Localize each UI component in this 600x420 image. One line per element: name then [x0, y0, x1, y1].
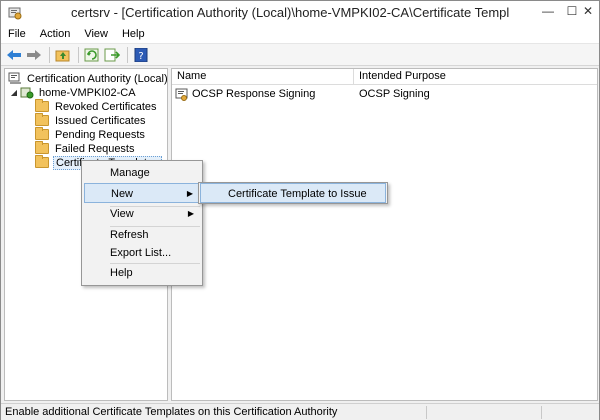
menu-help[interactable]: Help [115, 25, 152, 44]
forward-arrow-icon[interactable] [25, 46, 43, 64]
row-name-cell: OCSP Response Signing [175, 86, 354, 102]
results-list-view[interactable]: Name Intended Purpose OCSP Response Sign… [171, 68, 598, 401]
context-menu-help[interactable]: Help [84, 263, 200, 283]
new-submenu: Certificate Template to Issue [198, 182, 388, 204]
minimize-button[interactable]: — [535, 1, 561, 21]
svg-text:?: ? [138, 51, 143, 62]
list-header: Name Intended Purpose [172, 69, 597, 85]
context-menu-new[interactable]: New ▶ [84, 183, 200, 203]
tree-item-label: Pending Requests [55, 128, 145, 141]
status-divider [541, 406, 542, 419]
tree-item-revoked-certificates[interactable]: Revoked Certificates [35, 99, 159, 114]
toolbar: ? [1, 44, 599, 66]
table-row[interactable]: OCSP Response Signing OCSP Signing [172, 86, 597, 102]
certificate-authority-icon [8, 72, 21, 84]
refresh-icon[interactable] [83, 46, 101, 64]
tree-ca-label: home-VMPKI02-CA [39, 86, 136, 99]
close-button[interactable]: ✕ [577, 1, 599, 21]
submenu-certificate-template-to-issue[interactable]: Certificate Template to Issue [200, 183, 386, 203]
ca-server-icon [20, 87, 34, 99]
context-menu: Manage New ▶ View ▶ Refresh Export List.… [81, 160, 203, 286]
menu-view[interactable]: View [77, 25, 115, 44]
tree-root-label: Certification Authority (Local) [27, 72, 168, 85]
title-bar[interactable]: certsrv - [Certification Authority (Loca… [1, 1, 599, 25]
tree-root[interactable]: Certification Authority (Local) [8, 71, 170, 86]
row-name-text: OCSP Response Signing [192, 88, 316, 100]
status-bar: Enable additional Certificate Templates … [1, 403, 599, 420]
tree-ca-node[interactable]: ◢ home-VMPKI02-CA [10, 85, 138, 100]
folder-icon [35, 155, 49, 168]
help-icon[interactable]: ? [132, 46, 150, 64]
context-menu-manage[interactable]: Manage [84, 163, 200, 183]
menu-action[interactable]: Action [33, 25, 78, 44]
tree-item-label: Failed Requests [55, 142, 135, 155]
submenu-arrow-icon: ▶ [187, 209, 194, 218]
context-menu-refresh[interactable]: Refresh [84, 225, 200, 245]
menu-file[interactable]: File [1, 25, 33, 44]
context-menu-view[interactable]: View ▶ [84, 204, 200, 224]
folder-icon [35, 113, 49, 126]
tree-item-failed-requests[interactable]: Failed Requests [35, 141, 137, 156]
certificate-template-icon [175, 88, 188, 101]
tree-item-label: Revoked Certificates [55, 100, 157, 113]
toolbar-separator [127, 46, 128, 63]
status-text: Enable additional Certificate Templates … [5, 406, 338, 418]
submenu-arrow-icon: ▶ [186, 189, 193, 198]
column-header-name[interactable]: Name [172, 69, 354, 85]
tree-item-label: Issued Certificates [55, 114, 146, 127]
folder-icon [35, 127, 49, 140]
context-menu-view-label: View [110, 208, 134, 220]
folder-icon [35, 141, 49, 154]
collapse-arrow-icon[interactable]: ◢ [10, 88, 18, 97]
context-menu-new-label: New [111, 188, 134, 200]
back-arrow-icon[interactable] [5, 46, 23, 64]
window-title: certsrv - [Certification Authority (Loca… [71, 5, 509, 20]
column-header-intended-purpose[interactable]: Intended Purpose [354, 69, 597, 85]
status-divider [426, 406, 427, 419]
export-list-icon[interactable] [103, 46, 121, 64]
tree-item-pending-requests[interactable]: Pending Requests [35, 127, 147, 142]
menu-bar: File Action View Help [1, 25, 599, 44]
tree-item-issued-certificates[interactable]: Issued Certificates [35, 113, 147, 128]
mmc-window: certsrv - [Certification Authority (Loca… [0, 0, 600, 420]
context-menu-export-list[interactable]: Export List... [84, 243, 200, 263]
toolbar-separator [78, 46, 79, 63]
folder-icon [35, 99, 49, 112]
toolbar-separator [49, 46, 50, 63]
row-purpose-cell: OCSP Signing [359, 88, 430, 100]
up-folder-icon[interactable] [54, 46, 72, 64]
